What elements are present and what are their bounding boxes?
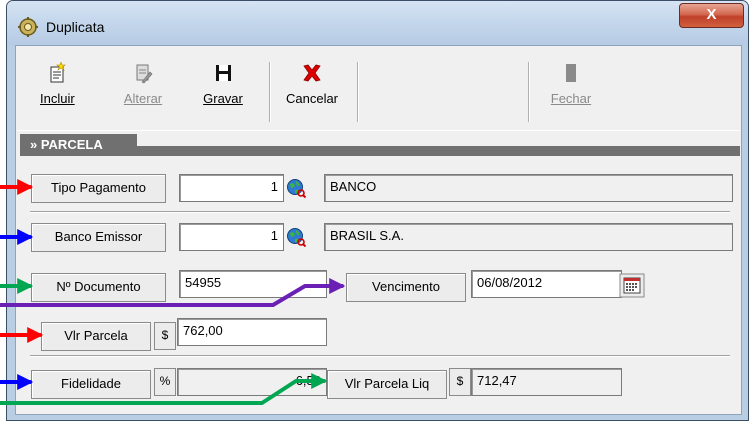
annotation-arrow-green bbox=[0, 373, 328, 405]
annotation-arrow-purple bbox=[0, 278, 346, 307]
annotation-arrows bbox=[0, 179, 346, 405]
